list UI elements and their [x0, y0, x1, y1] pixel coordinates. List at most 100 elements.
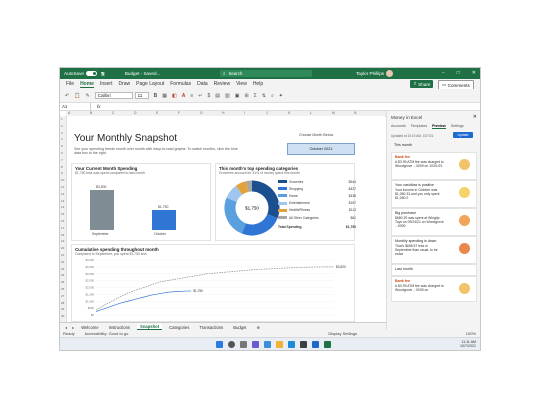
- pane-tab-templates[interactable]: Templates: [411, 124, 427, 128]
- tab-data[interactable]: Data: [197, 81, 208, 87]
- pane-close-icon[interactable]: ✕: [473, 114, 477, 120]
- pane-tab-accounts[interactable]: Accounts: [391, 124, 406, 128]
- tab-draw[interactable]: Draw: [118, 81, 130, 87]
- worksheet[interactable]: Your Monthly Snapshot See your spending …: [67, 116, 385, 322]
- col-header[interactable]: K: [288, 111, 290, 115]
- month-selector[interactable]: October 2021: [287, 143, 355, 155]
- tab-insert[interactable]: Insert: [100, 81, 113, 87]
- tab-help[interactable]: Help: [253, 81, 263, 87]
- row-header[interactable]: 5: [61, 144, 63, 148]
- section-last-month[interactable]: Last month: [391, 264, 477, 276]
- edge-icon[interactable]: [288, 341, 295, 348]
- row-header[interactable]: 17: [61, 226, 64, 230]
- col-header[interactable]: J: [266, 111, 268, 115]
- row-header[interactable]: 2: [61, 124, 63, 128]
- col-header[interactable]: M: [332, 111, 335, 115]
- row-header[interactable]: 25: [61, 280, 64, 284]
- sheet-tab-welcome[interactable]: Welcome: [78, 325, 101, 330]
- col-header[interactable]: B: [90, 111, 92, 115]
- start-icon[interactable]: [216, 341, 223, 348]
- autosave-toggle[interactable]: [85, 71, 97, 76]
- display-settings[interactable]: Display Settings: [328, 331, 357, 336]
- col-header[interactable]: I: [244, 111, 245, 115]
- row-header[interactable]: 24: [61, 273, 64, 277]
- row-header[interactable]: 9: [61, 171, 63, 175]
- row-header[interactable]: 6: [61, 151, 63, 155]
- col-header[interactable]: H: [222, 111, 224, 115]
- col-header[interactable]: C: [112, 111, 114, 115]
- maximize-icon[interactable]: □: [457, 70, 460, 76]
- row-header[interactable]: 3: [61, 131, 63, 135]
- row-header[interactable]: 1: [61, 117, 63, 121]
- next-sheet-icon[interactable]: ▸: [72, 325, 74, 330]
- insert-cells-icon[interactable]: ⊞: [244, 93, 248, 99]
- align-icon[interactable]: ≡: [190, 93, 193, 99]
- row-header[interactable]: 28: [61, 301, 64, 305]
- undo-icon[interactable]: ↶: [65, 93, 69, 99]
- zoom-level[interactable]: 100%: [466, 331, 476, 336]
- row-header[interactable]: 8: [61, 165, 63, 169]
- row-header[interactable]: 19: [61, 239, 64, 243]
- doc-title[interactable]: Budget - Saved...: [125, 71, 161, 76]
- format-painter-icon[interactable]: ✎: [85, 93, 89, 99]
- row-header[interactable]: 26: [61, 287, 64, 291]
- add-sheet-icon[interactable]: ⊕: [253, 325, 263, 330]
- row-header[interactable]: 11: [61, 185, 64, 189]
- row-header[interactable]: 21: [61, 253, 64, 257]
- conditional-format-icon[interactable]: ▤: [215, 93, 220, 99]
- sheet-tab-transactions[interactable]: Transactions: [196, 325, 226, 330]
- search-icon[interactable]: [228, 341, 235, 348]
- sort-filter-icon[interactable]: ⇅: [262, 93, 266, 99]
- row-header[interactable]: 27: [61, 294, 64, 298]
- tab-page-layout[interactable]: Page Layout: [136, 81, 164, 87]
- bold-icon[interactable]: B: [154, 93, 158, 99]
- insight-card[interactable]: Your cashflow is positive Your income in…: [391, 180, 477, 208]
- prev-sheet-icon[interactable]: ◂: [65, 325, 67, 330]
- sheet-tab-budget[interactable]: Budget: [230, 325, 249, 330]
- col-header[interactable]: E: [156, 111, 158, 115]
- avatar[interactable]: [386, 70, 393, 77]
- row-header[interactable]: 23: [61, 267, 64, 271]
- user-name[interactable]: Taylor Phillips: [356, 71, 384, 76]
- fill-color-icon[interactable]: ◧: [172, 93, 177, 99]
- pane-tab-settings[interactable]: Settings: [451, 124, 464, 128]
- pane-tab-preview[interactable]: Preview: [432, 124, 446, 129]
- row-header[interactable]: 22: [61, 260, 64, 264]
- minimize-icon[interactable]: −: [442, 70, 445, 76]
- search-input[interactable]: ⌕ Search: [220, 70, 312, 77]
- table-format-icon[interactable]: ▥: [225, 93, 230, 99]
- chat-icon[interactable]: [264, 341, 271, 348]
- insight-card[interactable]: Monthly spending is down That's $696.57 …: [391, 236, 477, 264]
- file-explorer-icon[interactable]: [276, 341, 283, 348]
- share-button[interactable]: ⇪ Share: [410, 80, 434, 88]
- tab-formulas[interactable]: Formulas: [170, 81, 191, 87]
- row-header[interactable]: 20: [61, 246, 64, 250]
- paste-icon[interactable]: 📋: [74, 93, 80, 99]
- sum-icon[interactable]: Σ: [254, 93, 257, 99]
- col-header[interactable]: G: [200, 111, 203, 115]
- cell-styles-icon[interactable]: ▣: [235, 93, 240, 99]
- row-header[interactable]: 13: [61, 199, 64, 203]
- borders-icon[interactable]: ▦: [162, 93, 167, 99]
- insight-card[interactable]: Big purchase $680.29 was spent at Wingti…: [391, 208, 477, 236]
- row-header[interactable]: 18: [61, 233, 64, 237]
- close-icon[interactable]: ✕: [472, 70, 476, 76]
- number-format-icon[interactable]: $: [207, 93, 210, 99]
- task-view-icon[interactable]: [240, 341, 247, 348]
- tab-home[interactable]: Home: [80, 81, 94, 88]
- sheet-tab-instructions[interactable]: Instructions: [106, 325, 133, 330]
- font-name-select[interactable]: Calibri: [94, 92, 133, 99]
- insight-card[interactable]: Bank fee A $3.99 ATM fee was charged to …: [391, 276, 477, 302]
- find-icon[interactable]: ⌕: [271, 93, 274, 99]
- row-header[interactable]: 7: [61, 158, 63, 162]
- tab-view[interactable]: View: [236, 81, 247, 87]
- row-header[interactable]: 14: [61, 205, 64, 209]
- update-button[interactable]: Update: [453, 132, 473, 138]
- excel-icon[interactable]: [324, 341, 331, 348]
- font-size-select[interactable]: 11: [134, 92, 149, 99]
- col-header[interactable]: F: [178, 111, 180, 115]
- row-header[interactable]: 29: [61, 307, 64, 311]
- widgets-icon[interactable]: [252, 341, 259, 348]
- wrap-text-icon[interactable]: ↵: [198, 93, 202, 99]
- ideas-icon[interactable]: ✦: [279, 93, 283, 99]
